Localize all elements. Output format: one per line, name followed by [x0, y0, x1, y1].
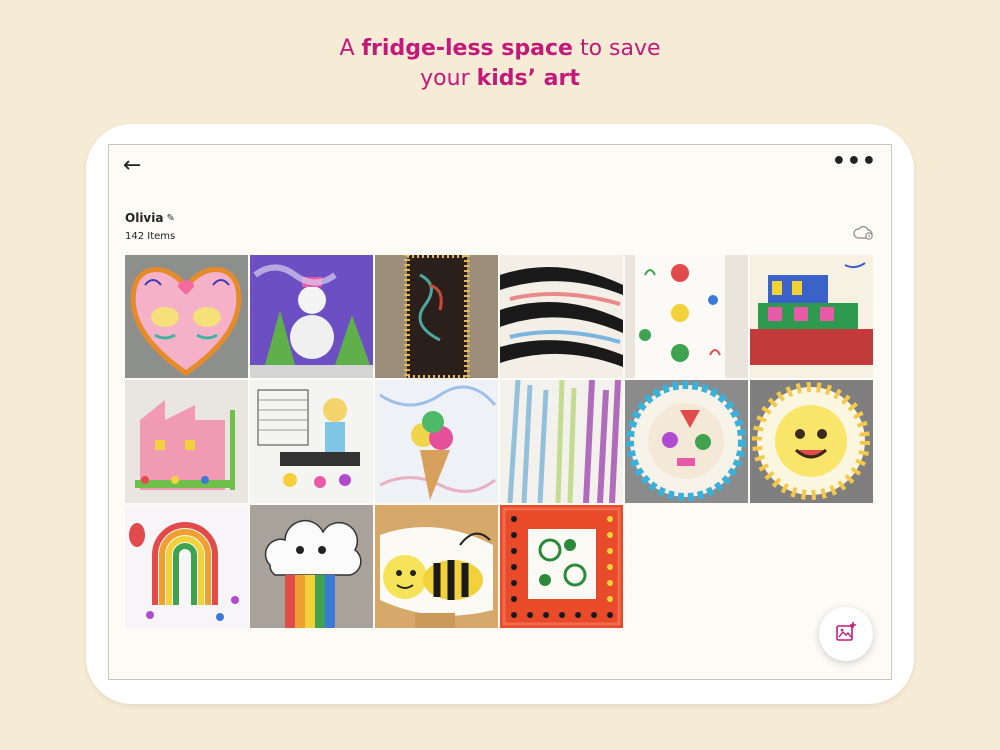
headline-emphasis: kids’ art	[476, 66, 580, 91]
item-count: 142 Items	[125, 231, 176, 242]
cloud-rainbow-tile[interactable]	[250, 505, 373, 628]
ice-cream-tile[interactable]	[375, 380, 498, 503]
crayon-scribble-tile[interactable]	[500, 380, 623, 503]
album-title[interactable]: Olivia ✎	[125, 211, 175, 225]
heart-drawing-tile[interactable]	[125, 255, 248, 378]
add-photo-icon	[835, 621, 857, 647]
bee-handprint-tile[interactable]	[375, 505, 498, 628]
headline-line-2: your kids’ art	[0, 64, 1000, 94]
cloud-sync-icon[interactable]	[853, 225, 875, 241]
headline-emphasis: fridge-less space	[361, 36, 573, 61]
headline-line-1: A fridge-less space to save	[0, 34, 1000, 64]
snowman-painting-tile[interactable]	[250, 255, 373, 378]
dark-bookmark-tile[interactable]	[375, 255, 498, 378]
headline-text: your	[420, 66, 477, 91]
album-name-label: Olivia	[125, 211, 164, 225]
pencil-icon: ✎	[166, 212, 175, 224]
arrow-left-icon: ←	[123, 153, 142, 178]
album-screen: ← ••• Olivia ✎ 142 Items	[108, 144, 892, 680]
striped-collage-tile[interactable]	[500, 255, 623, 378]
headline: A fridge-less space to save your kids’ a…	[0, 34, 1000, 94]
rainbow-painting-tile[interactable]	[125, 505, 248, 628]
headline-text: A	[339, 36, 362, 61]
artwork-grid	[125, 255, 875, 628]
building-drawing-tile[interactable]	[750, 255, 873, 378]
headline-text: to save	[572, 36, 661, 61]
more-options-button[interactable]: •••	[832, 149, 877, 174]
monster-drawings-tile[interactable]	[625, 255, 748, 378]
framed-dots-tile[interactable]	[500, 505, 623, 628]
more-horizontal-icon: •••	[831, 149, 877, 174]
back-button[interactable]: ←	[123, 153, 141, 179]
sun-plate-tile[interactable]	[750, 380, 873, 503]
pink-house-tile[interactable]	[125, 380, 248, 503]
paper-plate-face-tile[interactable]	[625, 380, 748, 503]
activity-sheet-tile[interactable]	[250, 380, 373, 503]
add-artwork-button[interactable]	[819, 607, 873, 661]
